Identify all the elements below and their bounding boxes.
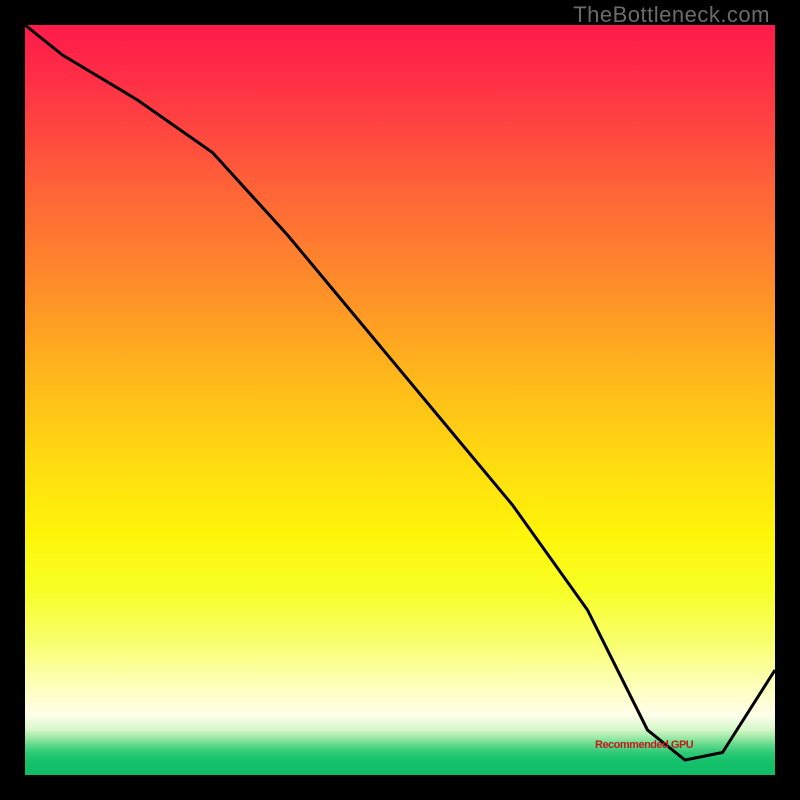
gradient-background bbox=[25, 25, 775, 775]
chart-frame: Recommended GPU bbox=[25, 25, 775, 775]
chart-plot bbox=[25, 25, 775, 775]
recommended-gpu-annotation: Recommended GPU bbox=[595, 739, 693, 751]
